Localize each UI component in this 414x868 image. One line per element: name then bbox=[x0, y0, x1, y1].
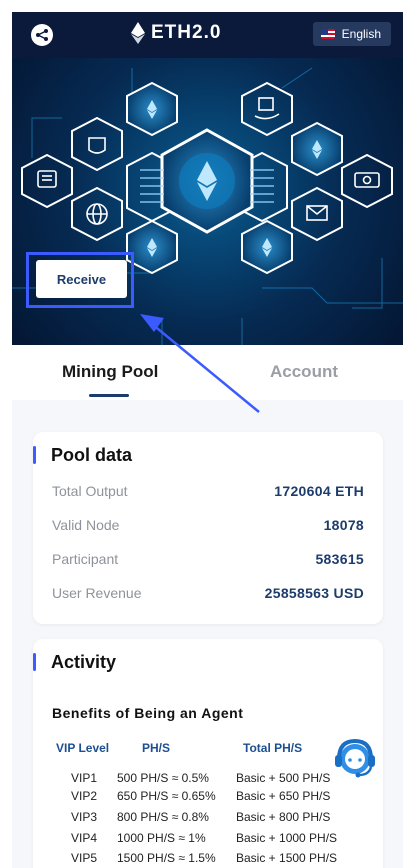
table-cell: 800 PH/S ≈ 0.8% bbox=[117, 810, 209, 824]
stat-label: Participant bbox=[52, 551, 119, 567]
stat-value: 1720604 ETH bbox=[274, 483, 364, 499]
tab-active-indicator bbox=[89, 394, 129, 397]
stat-value: 18078 bbox=[323, 517, 364, 533]
hero-banner: Receive bbox=[12, 58, 403, 345]
stat-label: User Revenue bbox=[52, 585, 142, 601]
table-cell: Basic + 1000 PH/S bbox=[236, 831, 338, 845]
table-cell: 1500 PH/S ≈ 1.5% bbox=[117, 851, 216, 865]
tab-mining-pool[interactable]: Mining Pool bbox=[62, 362, 158, 382]
activity-title: Activity bbox=[51, 652, 117, 672]
table-cell: 1000 PH/S ≈ 1% bbox=[117, 831, 206, 845]
table-cell: Basic + 800 PH/S bbox=[236, 810, 331, 824]
app-frame: ETH2.0 English Receive Mining Pool Accou… bbox=[12, 12, 403, 868]
table-cell: VIP3 bbox=[71, 810, 98, 824]
pool-data-card: Pool data Total Output 1720604 ETH Valid… bbox=[33, 432, 383, 624]
table-cell: VIP5 bbox=[71, 851, 98, 865]
col-header-vip-level: VIP Level bbox=[56, 741, 110, 755]
language-selector[interactable]: English bbox=[312, 22, 391, 46]
us-flag-icon bbox=[320, 29, 335, 39]
ethereum-icon bbox=[131, 22, 145, 44]
table-cell: 500 PH/S ≈ 0.5% bbox=[117, 771, 209, 785]
benefits-heading: Benefits of Being an Agent bbox=[52, 705, 244, 721]
brand: ETH2.0 bbox=[131, 22, 221, 44]
section-accent-bar bbox=[33, 653, 36, 671]
col-header-phs: PH/S bbox=[142, 741, 171, 755]
table-cell: VIP4 bbox=[71, 831, 98, 845]
col-header-total-phs: Total PH/S bbox=[243, 741, 303, 755]
language-label: English bbox=[341, 27, 381, 41]
section-accent-bar bbox=[33, 446, 36, 464]
app-title: ETH2.0 bbox=[151, 22, 222, 43]
tab-account[interactable]: Account bbox=[270, 362, 338, 382]
receive-button[interactable]: Receive bbox=[36, 260, 127, 298]
tab-bar: Mining Pool Account bbox=[12, 345, 403, 400]
table-cell: Basic + 1500 PH/S bbox=[236, 851, 338, 865]
stat-value: 25858563 USD bbox=[264, 585, 364, 601]
table-cell: Basic + 650 PH/S bbox=[236, 789, 331, 803]
table-cell: 650 PH/S ≈ 0.65% bbox=[117, 789, 216, 803]
stat-label: Total Output bbox=[52, 483, 128, 499]
top-header: ETH2.0 English bbox=[12, 12, 403, 58]
stat-label: Valid Node bbox=[52, 517, 120, 533]
stat-value: 583615 bbox=[315, 551, 364, 567]
table-cell: VIP2 bbox=[71, 789, 98, 803]
customer-service-icon[interactable] bbox=[331, 733, 379, 781]
share-icon[interactable] bbox=[31, 24, 53, 46]
table-cell: VIP1 bbox=[71, 771, 98, 785]
pool-data-title: Pool data bbox=[51, 445, 133, 465]
table-cell: Basic + 500 PH/S bbox=[236, 771, 331, 785]
receive-highlight: Receive bbox=[26, 252, 134, 308]
